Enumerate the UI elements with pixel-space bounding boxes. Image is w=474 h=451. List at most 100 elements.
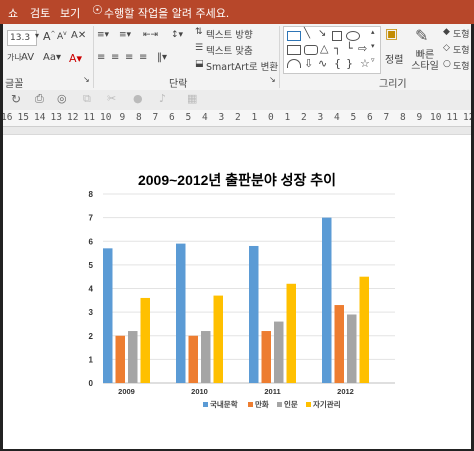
triangle-shape-icon[interactable]: △ <box>320 42 328 55</box>
tell-me-box[interactable]: 수행할 작업을 알려 주세요. <box>104 5 229 21</box>
align-text-icon[interactable]: ☰ <box>195 43 203 53</box>
smartart-icon[interactable]: ⬓ <box>195 59 204 69</box>
text-direction-icon[interactable]: ⇅ <box>195 27 203 37</box>
ruler-mark: 1 <box>251 112 258 123</box>
ruler-mark: 4 <box>334 112 340 123</box>
shape-fill-button[interactable]: 도형 <box>453 27 470 40</box>
ruler-mark: 11 <box>83 112 95 123</box>
rounded-rect-shape-icon[interactable] <box>304 45 318 55</box>
align-right-icon[interactable]: ≡ <box>125 52 133 63</box>
ribbon: 13.3 ▾ A^ Av A✕ 가나 AV Aa▾ A▾ 글꼴 ↘ ≡▾ ≡▾ … <box>3 24 471 91</box>
square-shape-icon[interactable] <box>332 31 342 41</box>
text-direction-button[interactable]: 텍스트 방향 <box>206 27 253 41</box>
line-spacing-icon[interactable]: ↕▾ <box>171 30 183 40</box>
justify-icon[interactable]: ≡ <box>139 52 147 63</box>
legend-label: 국내문학 <box>210 399 238 409</box>
ruler-mark: 10 <box>100 112 112 123</box>
gallery-more-icon[interactable]: ▿ <box>371 56 375 64</box>
ruler-mark: 12 <box>463 112 471 123</box>
arc-shape-icon[interactable] <box>287 59 301 68</box>
case-icon[interactable]: 가나 <box>7 52 22 63</box>
arrange-icon[interactable]: ▣ <box>385 26 398 42</box>
change-case-icon[interactable]: Aa▾ <box>43 52 61 63</box>
shape-outline-icon[interactable]: ◇ <box>443 43 450 53</box>
font-size-dropdown-icon[interactable]: ▾ <box>35 31 39 40</box>
shape-icon[interactable]: ● <box>133 92 143 105</box>
presenter-icon[interactable]: ⎙ <box>35 92 44 106</box>
numbering-icon[interactable]: ≡▾ <box>119 30 131 40</box>
ruler-mark: 14 <box>34 112 46 123</box>
bar-chart[interactable]: 2009~2012년 출판분야 성장 추이 0 1 2 3 4 5 6 7 8 2009 2010… <box>3 135 471 449</box>
font-dialog-launcher-icon[interactable]: ↘ <box>83 75 90 84</box>
paragraph-dialog-launcher-icon[interactable]: ↘ <box>269 75 276 84</box>
bar-2010-3 <box>213 295 223 383</box>
right-arrow-shape-icon[interactable]: ⇨ <box>358 42 367 55</box>
bar-2011-0 <box>249 245 259 383</box>
quick-styles-button[interactable]: 빠른 스타일 <box>411 50 439 72</box>
y-tick-label: 7 <box>89 214 94 223</box>
chart-title: 2009~2012년 출판분야 성장 추이 <box>138 172 336 188</box>
legend-swatch <box>248 402 253 407</box>
legend-label: 자기관리 <box>313 399 341 409</box>
shape-fill-icon[interactable]: ◆ <box>443 27 450 37</box>
font-color-icon[interactable]: A▾ <box>69 52 82 65</box>
font-size-value: 13.3 <box>10 33 31 43</box>
ruler-mark: 3 <box>317 112 324 123</box>
align-left-icon[interactable]: ≡ <box>97 52 105 63</box>
cut-icon[interactable]: ✂ <box>107 92 116 105</box>
clear-format-icon[interactable]: A✕ <box>71 30 86 41</box>
star-shape-icon[interactable]: ☆ <box>360 57 370 70</box>
arrange-button[interactable]: 정렬 <box>385 51 403 66</box>
rectangle-shape-icon[interactable] <box>287 45 301 55</box>
refresh-icon[interactable]: ↻ <box>11 92 21 106</box>
gallery-scroll-down-icon[interactable]: ▾ <box>371 42 375 50</box>
text-fx-icon[interactable]: ▦ <box>187 92 197 105</box>
legend-swatch <box>306 402 311 407</box>
drawing-group-label: 그리기 <box>379 79 407 90</box>
tab-view[interactable]: 보기 <box>60 5 80 21</box>
bullets-icon[interactable]: ≡▾ <box>97 30 109 40</box>
elbow-connector-icon[interactable]: ┐ <box>334 42 341 55</box>
align-text-button[interactable]: 텍스트 맞춤 <box>206 43 253 57</box>
line-shape-icon[interactable]: ╲ <box>304 28 310 39</box>
legend-swatch <box>203 402 208 407</box>
ribbon-tab-bar: 쇼 검토 보기 ☉ 수행할 작업을 알려 주세요. <box>0 0 474 24</box>
ruler-mark: 7 <box>383 112 390 123</box>
arrow-shape-icon[interactable]: ↘ <box>318 28 326 39</box>
char-spacing-icon[interactable]: AV <box>21 52 34 63</box>
link-icon[interactable]: ⧉ <box>83 92 91 106</box>
x-tick-label: 2011 <box>264 387 280 396</box>
camera-icon[interactable]: ◎ <box>57 92 67 105</box>
font-size-box[interactable]: 13.3 <box>7 30 37 46</box>
y-tick-label: 6 <box>89 237 94 246</box>
horizontal-ruler: 161514131211109876543210123456789101112 <box>3 110 471 127</box>
sound-icon[interactable]: ♪ <box>159 92 166 105</box>
indent-icon[interactable]: ⇤⇥ <box>143 30 158 40</box>
shape-outline-button[interactable]: 도형 <box>453 43 470 56</box>
tab-review[interactable]: 검토 <box>30 5 50 21</box>
align-center-icon[interactable]: ≡ <box>111 52 119 63</box>
columns-icon[interactable]: ‖▾ <box>157 52 167 63</box>
shape-effects-icon[interactable]: ○ <box>443 59 451 69</box>
x-axis: 2009 2010 2011 2012 <box>118 387 354 396</box>
bar-2012-3 <box>359 276 369 383</box>
oval-shape-icon[interactable] <box>346 31 360 41</box>
right-brace-icon[interactable]: } <box>346 57 353 70</box>
shrink-font-icon[interactable]: Av <box>57 30 67 42</box>
gallery-scroll-up-icon[interactable]: ▴ <box>371 28 375 36</box>
down-arrow-shape-icon[interactable]: ⇩ <box>304 57 313 70</box>
left-brace-icon[interactable]: { <box>334 57 341 70</box>
curve-shape-icon[interactable]: ∿ <box>318 57 327 70</box>
mini-toolbar: ↻ ⎙ ◎ ⧉ ✂ ● ♪ ▦ <box>3 90 471 111</box>
shape-effects-button[interactable]: 도형 <box>453 59 470 72</box>
text-box-shape-icon[interactable] <box>287 31 301 41</box>
smartart-button[interactable]: SmartArt로 변환 <box>206 59 278 73</box>
curved-connector-icon[interactable]: └ <box>346 42 353 55</box>
bar-2010-1 <box>188 335 198 383</box>
bar-2009-2 <box>128 331 138 383</box>
bar-2010-0 <box>176 243 186 383</box>
tab-slideshow[interactable]: 쇼 <box>8 5 18 21</box>
shapes-gallery[interactable]: ╲ ↘ △ ┐ └ ⇨ ⇩ ∿ { } ☆ <box>283 26 381 74</box>
grow-font-icon[interactable]: A^ <box>43 30 56 43</box>
quick-styles-icon[interactable]: ✎ <box>415 26 428 45</box>
